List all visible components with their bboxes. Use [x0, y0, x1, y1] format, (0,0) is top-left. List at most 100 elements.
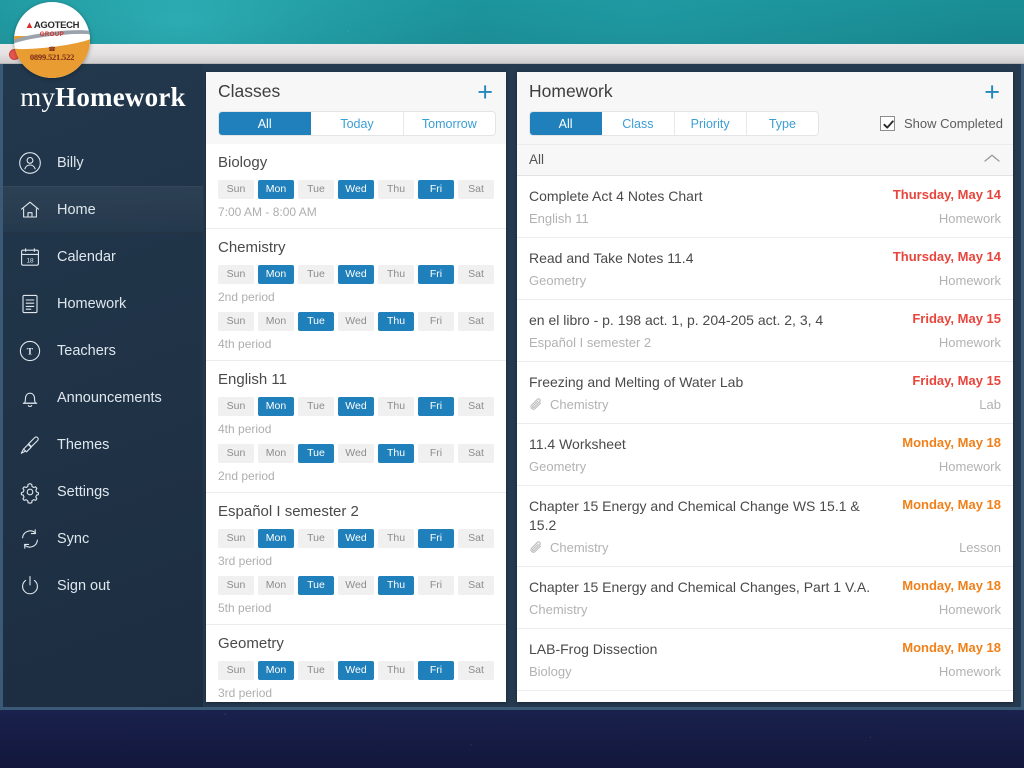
day-pill-thu[interactable]: Thu	[378, 576, 414, 595]
show-completed-toggle[interactable]: Show Completed	[880, 116, 1003, 131]
homework-tab-class[interactable]: Class	[602, 112, 675, 135]
day-pill-wed[interactable]: Wed	[338, 312, 374, 331]
homework-item[interactable]: LAB-Frog Dissection Biology Monday, May 18…	[517, 629, 1013, 691]
class-block[interactable]: Biology Sun Mon Tue Wed Thu Fri Sat 7:00 AM - 8:…	[206, 144, 506, 229]
homework-item[interactable]: Freezing and Melting of Water Lab Chemist…	[517, 362, 1013, 424]
day-pill-wed[interactable]: Wed	[338, 397, 374, 416]
day-pill-sun[interactable]: Sun	[218, 180, 254, 199]
classes-list[interactable]: Biology Sun Mon Tue Wed Thu Fri Sat 7:00 AM - 8:…	[206, 144, 506, 702]
homework-item[interactable]: 11.4 Worksheet Geometry Monday, May 18 Home…	[517, 424, 1013, 486]
classes-tab-all[interactable]: All	[219, 112, 312, 135]
sidebar-item-settings[interactable]: Settings	[3, 468, 203, 515]
day-pill-thu[interactable]: Thu	[378, 180, 414, 199]
day-pill-thu[interactable]: Thu	[378, 444, 414, 463]
day-pill-mon[interactable]: Mon	[258, 661, 294, 680]
homework-item[interactable]: Complete Act 4 Notes Chart English 11 Thur…	[517, 176, 1013, 238]
day-pill-sun[interactable]: Sun	[218, 312, 254, 331]
day-pill-wed[interactable]: Wed	[338, 529, 374, 548]
day-pill-fri[interactable]: Fri	[418, 661, 454, 680]
day-pill-thu[interactable]: Thu	[378, 312, 414, 331]
day-pill-fri[interactable]: Fri	[418, 312, 454, 331]
day-pill-wed[interactable]: Wed	[338, 444, 374, 463]
chevron-up-icon[interactable]	[983, 152, 1001, 167]
day-pill-sun[interactable]: Sun	[218, 444, 254, 463]
class-block[interactable]: Geometry Sun Mon Tue Wed Thu Fri Sat 3rd period	[206, 625, 506, 702]
class-block[interactable]: English 11 Sun Mon Tue Wed Thu Fri Sat 4th perio…	[206, 361, 506, 493]
homework-item-meta: Thursday, May 14 Homework	[893, 249, 1001, 288]
day-pill-tue[interactable]: Tue	[298, 397, 334, 416]
day-pill-mon[interactable]: Mon	[258, 529, 294, 548]
class-block[interactable]: Chemistry Sun Mon Tue Wed Thu Fri Sat 2nd period…	[206, 229, 506, 361]
sidebar-item-sync[interactable]: Sync	[3, 515, 203, 562]
homework-item[interactable]: Chapter 15 Energy and Chemical Changes, …	[517, 567, 1013, 629]
homework-tab-priority[interactable]: Priority	[674, 112, 747, 135]
classes-tab-tomorrow[interactable]: Tomorrow	[403, 112, 495, 135]
day-pill-wed[interactable]: Wed	[338, 576, 374, 595]
day-pill-sat[interactable]: Sat	[458, 576, 494, 595]
day-pill-fri[interactable]: Fri	[418, 397, 454, 416]
day-pill-mon[interactable]: Mon	[258, 312, 294, 331]
day-pill-wed[interactable]: Wed	[338, 265, 374, 284]
day-pill-sun[interactable]: Sun	[218, 576, 254, 595]
show-completed-checkbox[interactable]	[880, 116, 895, 131]
classes-tab-today[interactable]: Today	[311, 112, 404, 135]
day-pill-fri[interactable]: Fri	[418, 265, 454, 284]
day-pill-sun[interactable]: Sun	[218, 265, 254, 284]
day-pill-wed[interactable]: Wed	[338, 180, 374, 199]
document-icon	[17, 291, 43, 317]
day-pill-mon[interactable]: Mon	[258, 265, 294, 284]
sidebar-item-sign-out[interactable]: Sign out	[3, 562, 203, 609]
day-pill-sun[interactable]: Sun	[218, 529, 254, 548]
day-pill-mon[interactable]: Mon	[258, 180, 294, 199]
day-pill-fri[interactable]: Fri	[418, 576, 454, 595]
homework-tab-all[interactable]: All	[530, 112, 603, 135]
day-pill-thu[interactable]: Thu	[378, 529, 414, 548]
brand-suffix: Homework	[55, 82, 186, 112]
day-pill-tue[interactable]: Tue	[298, 576, 334, 595]
day-pill-fri[interactable]: Fri	[418, 180, 454, 199]
homework-list[interactable]: Complete Act 4 Notes Chart English 11 Thur…	[517, 176, 1013, 702]
homework-group-header[interactable]: All	[517, 144, 1013, 176]
sidebar-item-teachers[interactable]: T Teachers	[3, 327, 203, 374]
day-pill-sat[interactable]: Sat	[458, 661, 494, 680]
day-pill-sun[interactable]: Sun	[218, 397, 254, 416]
day-pill-sat[interactable]: Sat	[458, 397, 494, 416]
day-pill-sat[interactable]: Sat	[458, 444, 494, 463]
homework-item[interactable]: en el libro - p. 198 act. 1, p. 204-205 …	[517, 300, 1013, 362]
day-pill-wed[interactable]: Wed	[338, 661, 374, 680]
homework-tab-type[interactable]: Type	[746, 112, 818, 135]
day-pill-thu[interactable]: Thu	[378, 265, 414, 284]
day-pill-tue[interactable]: Tue	[298, 444, 334, 463]
sidebar-item-billy[interactable]: Billy	[3, 139, 203, 186]
day-pill-mon[interactable]: Mon	[258, 576, 294, 595]
day-pill-sat[interactable]: Sat	[458, 180, 494, 199]
window-titlebar[interactable]	[0, 44, 1024, 64]
day-pill-sat[interactable]: Sat	[458, 529, 494, 548]
class-day-row: Sun Mon Tue Wed Thu Fri Sat	[218, 180, 494, 199]
class-block[interactable]: Español I semester 2 Sun Mon Tue Wed Thu Fri Sa…	[206, 493, 506, 625]
day-pill-sun[interactable]: Sun	[218, 661, 254, 680]
day-pill-mon[interactable]: Mon	[258, 444, 294, 463]
homework-item[interactable]: Read and Take Notes 11.4 Geometry Thursday…	[517, 238, 1013, 300]
sidebar-item-themes[interactable]: Themes	[3, 421, 203, 468]
day-pill-tue[interactable]: Tue	[298, 312, 334, 331]
day-pill-tue[interactable]: Tue	[298, 180, 334, 199]
day-pill-tue[interactable]: Tue	[298, 265, 334, 284]
sidebar-item-announcements[interactable]: Announcements	[3, 374, 203, 421]
day-pill-sat[interactable]: Sat	[458, 265, 494, 284]
homework-item[interactable]: Chapter 15 Energy and Chemical Change WS…	[517, 486, 1013, 567]
sidebar-item-home[interactable]: Home	[3, 186, 203, 233]
day-pill-tue[interactable]: Tue	[298, 529, 334, 548]
add-class-button[interactable]: +	[474, 78, 496, 105]
day-pill-fri[interactable]: Fri	[418, 444, 454, 463]
sidebar-item-calendar[interactable]: 18 Calendar	[3, 233, 203, 280]
day-pill-thu[interactable]: Thu	[378, 397, 414, 416]
day-pill-mon[interactable]: Mon	[258, 397, 294, 416]
sidebar-item-homework[interactable]: Homework	[3, 280, 203, 327]
day-pill-sat[interactable]: Sat	[458, 312, 494, 331]
homework-item-type: Homework	[938, 273, 1001, 288]
day-pill-tue[interactable]: Tue	[298, 661, 334, 680]
day-pill-fri[interactable]: Fri	[418, 529, 454, 548]
add-homework-button[interactable]: +	[981, 78, 1003, 105]
day-pill-thu[interactable]: Thu	[378, 661, 414, 680]
